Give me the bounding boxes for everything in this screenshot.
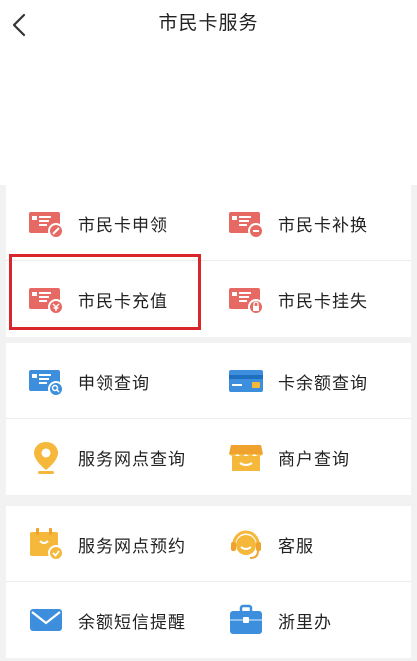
card-recharge-button[interactable]: 市民卡充值	[6, 261, 206, 337]
shop-icon	[229, 445, 263, 471]
balance-query-label: 卡余额查询	[278, 373, 368, 394]
other-services-section: 服务网点预约 客服 余额短信提醒 浙里办	[6, 506, 411, 658]
card-lock-icon	[229, 288, 264, 315]
apply-query-label: 申领查询	[78, 373, 150, 394]
calendar-check-icon	[30, 528, 64, 561]
service-point-query-button[interactable]: 服务网点查询	[6, 419, 206, 495]
card-recharge-icon	[29, 288, 64, 315]
section-row: 服务网点查询 商户查询	[6, 419, 411, 495]
merchant-query-label: 商户查询	[278, 449, 350, 470]
page-title: 市民卡服务	[158, 12, 259, 34]
appointment-button[interactable]: 服务网点预约	[6, 506, 206, 582]
section-row: 市民卡充值 市民卡挂失	[6, 261, 411, 337]
briefcase-icon	[230, 604, 262, 634]
card-replace-label: 市民卡补换	[278, 215, 368, 236]
card-apply-button[interactable]: 市民卡申领	[6, 185, 206, 261]
card-lock-label: 市民卡挂失	[278, 291, 368, 312]
card-search-icon	[29, 370, 64, 397]
envelope-icon	[30, 609, 62, 631]
section-row: 余额短信提醒 浙里办	[6, 582, 411, 658]
section-row: 申领查询 卡余额查询	[6, 343, 411, 419]
card-lock-button[interactable]: 市民卡挂失	[206, 261, 406, 337]
header: 市民卡服务	[0, 0, 417, 185]
customer-service-label: 客服	[278, 536, 314, 557]
sms-reminder-button[interactable]: 余额短信提醒	[6, 582, 206, 658]
query-section: 申领查询 卡余额查询 服务网点查询 商户查询	[6, 343, 411, 495]
location-pin-icon	[34, 442, 58, 474]
section-row: 市民卡申领 市民卡补换	[6, 185, 411, 261]
apply-query-button[interactable]: 申领查询	[6, 343, 206, 419]
zheliban-button[interactable]: 浙里办	[206, 582, 406, 658]
balance-query-button[interactable]: 卡余额查询	[206, 343, 406, 419]
service-point-query-label: 服务网点查询	[78, 449, 186, 470]
card-recharge-label: 市民卡充值	[78, 291, 168, 312]
credit-card-icon	[229, 370, 263, 392]
card-apply-label: 市民卡申领	[78, 215, 168, 236]
sms-reminder-label: 余额短信提醒	[78, 612, 186, 633]
section-row: 服务网点预约 客服	[6, 506, 411, 582]
zheliban-label: 浙里办	[278, 612, 332, 633]
appointment-label: 服务网点预约	[78, 536, 186, 557]
headset-icon	[231, 530, 261, 559]
card-services-section: 市民卡申领 市民卡补换 市民卡充值 市民卡挂失	[6, 185, 411, 337]
card-replace-button[interactable]: 市民卡补换	[206, 185, 406, 261]
customer-service-button[interactable]: 客服	[206, 506, 406, 582]
card-replace-icon	[229, 212, 264, 239]
merchant-query-button[interactable]: 商户查询	[206, 419, 406, 495]
card-apply-icon	[29, 212, 64, 239]
